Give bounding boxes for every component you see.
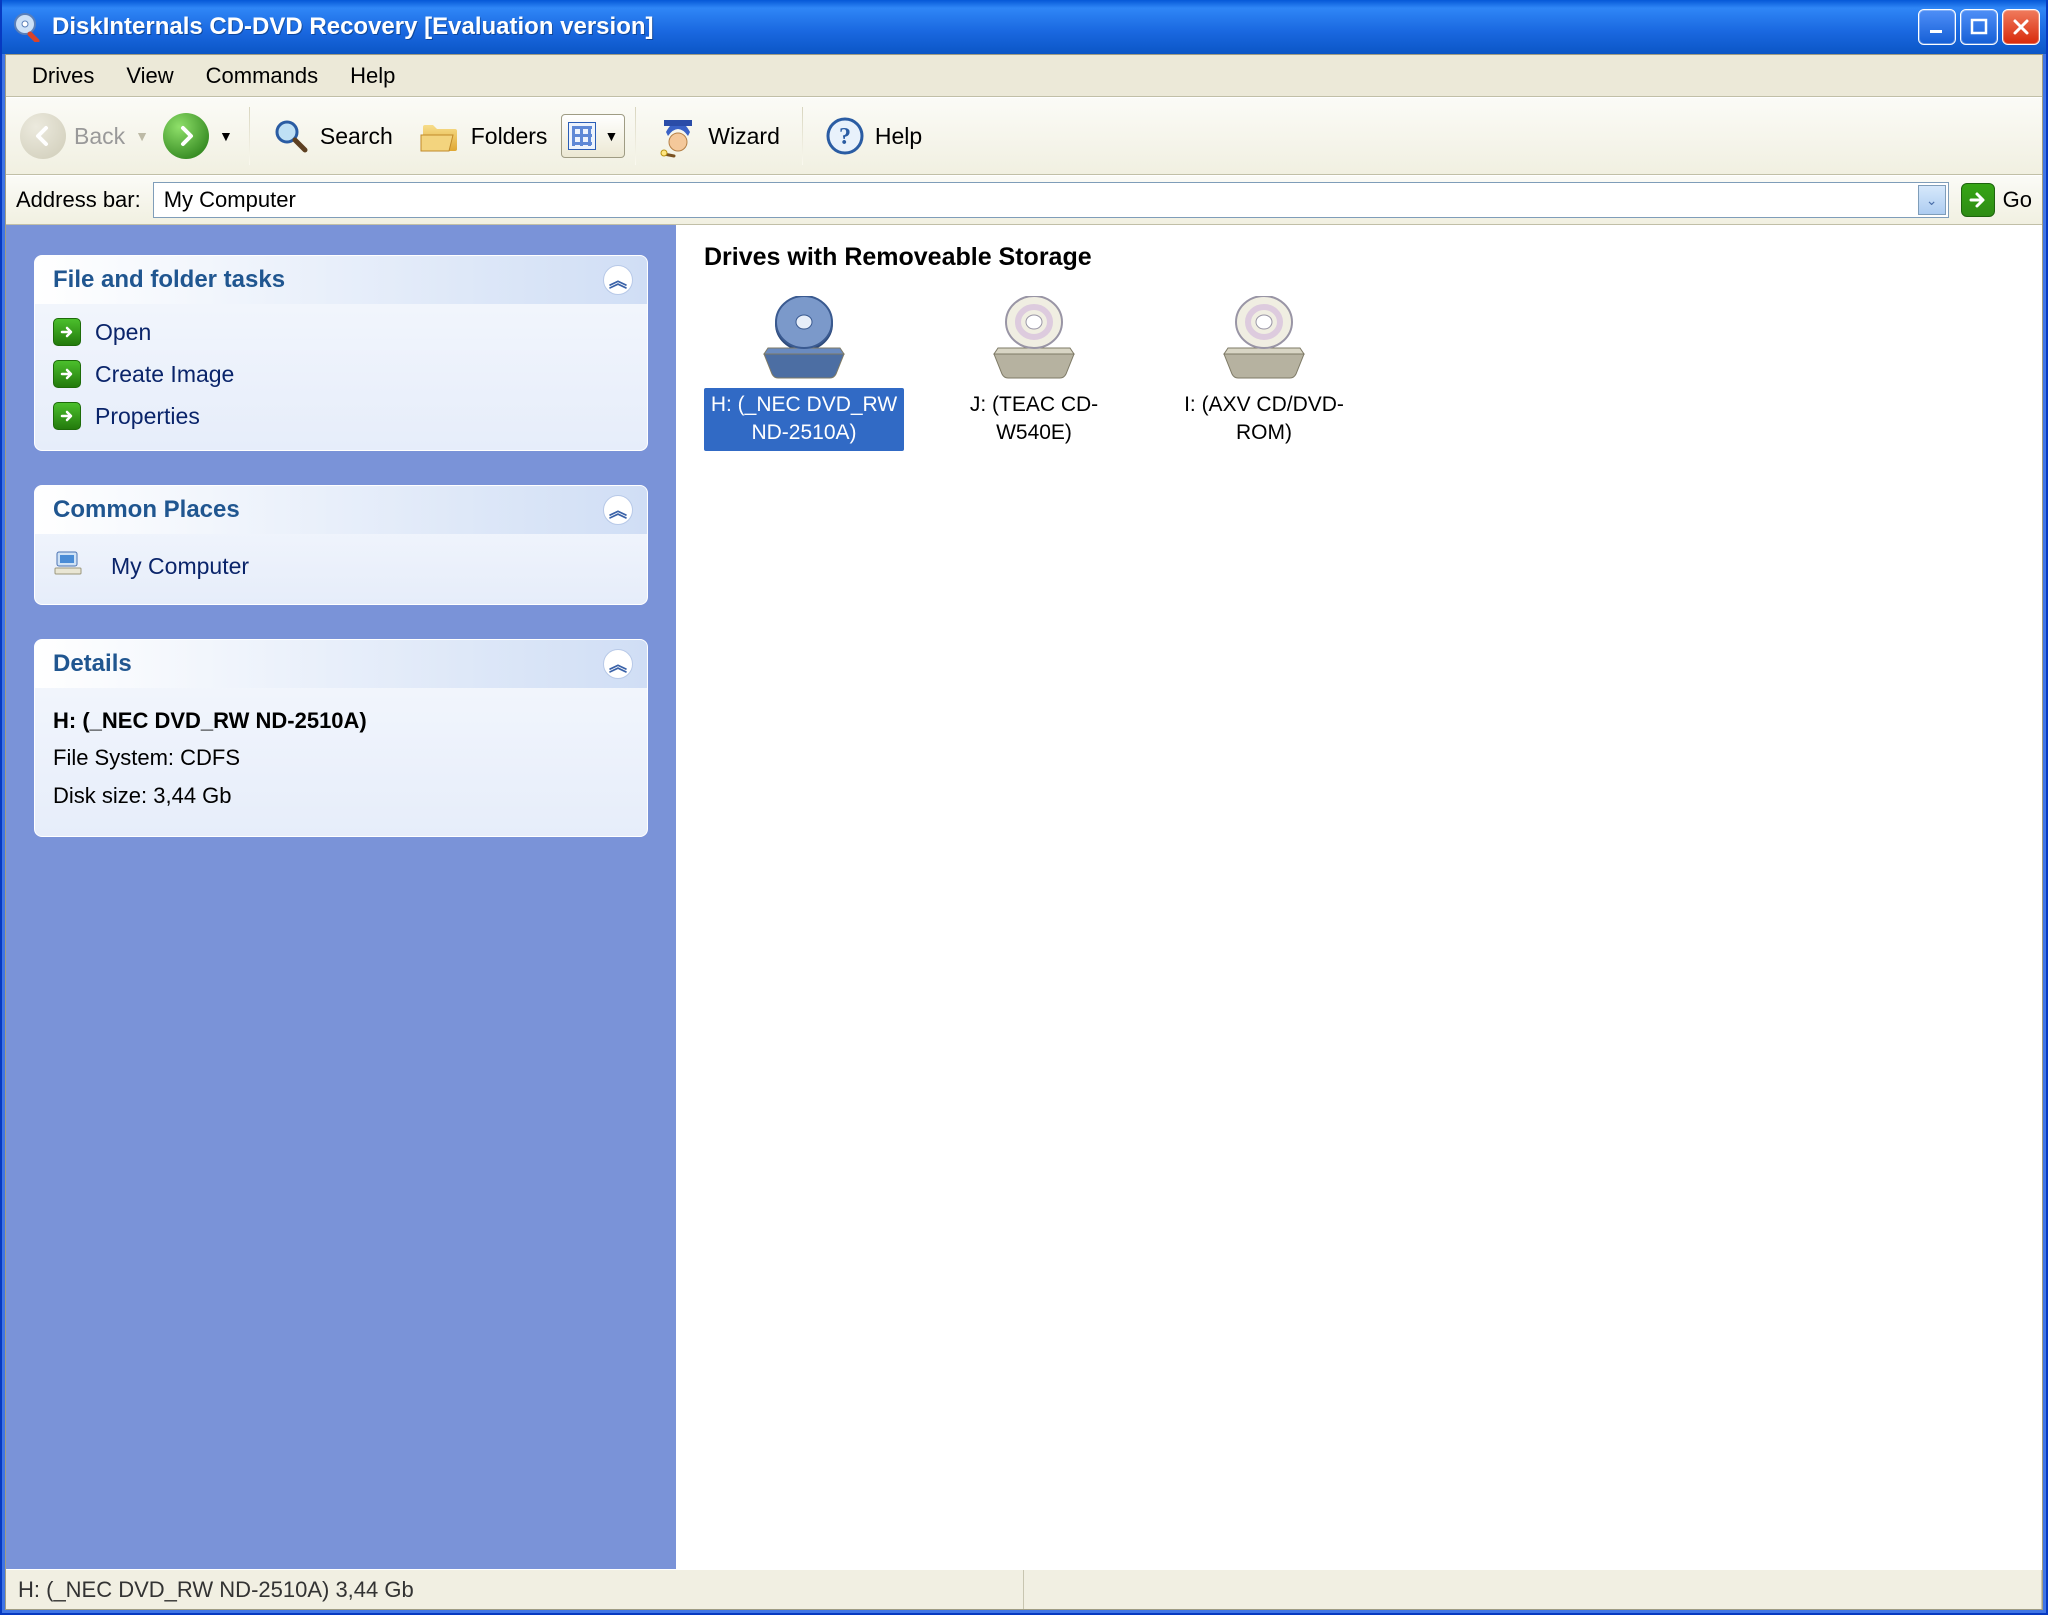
app-window: DiskInternals CD-DVD Recovery [Evaluatio… <box>0 0 2048 1615</box>
arrow-icon <box>53 402 81 430</box>
back-label: Back <box>74 123 125 150</box>
status-text: H: (_NEC DVD_RW ND-2510A) 3,44 Gb <box>6 1570 1024 1609</box>
drive-label: I: (AXV CD/DVD-ROM) <box>1164 388 1364 451</box>
details-panel: Details ︽ H: (_NEC DVD_RW ND-2510A) File… <box>34 639 648 837</box>
address-field[interactable]: My Computer ⌄ <box>153 182 1949 218</box>
menu-commands[interactable]: Commands <box>190 59 334 93</box>
tasks-panel-title: File and folder tasks <box>53 266 285 294</box>
section-header: Drives with Removeable Storage <box>676 225 2042 276</box>
details-panel-title: Details <box>53 650 132 678</box>
go-button[interactable]: Go <box>1961 183 2032 217</box>
views-icon <box>568 122 596 150</box>
drive-label: H: (_NEC DVD_RW ND-2510A) <box>704 388 904 451</box>
forward-button[interactable]: ▼ <box>157 109 239 163</box>
details-disk-size: Disk size: 3,44 Gb <box>53 777 629 814</box>
cd-drive-icon <box>1164 292 1364 382</box>
title-bar[interactable]: DiskInternals CD-DVD Recovery [Evaluatio… <box>2 0 2046 54</box>
collapse-icon: ︽ <box>603 649 633 679</box>
drive-label: J: (TEAC CD-W540E) <box>934 388 1134 451</box>
status-bar: H: (_NEC DVD_RW ND-2510A) 3,44 Gb <box>6 1569 2042 1609</box>
tasks-panel: File and folder tasks ︽ Open <box>34 255 648 451</box>
views-dropdown-icon: ▼ <box>604 128 618 144</box>
menu-drives[interactable]: Drives <box>16 59 110 93</box>
folders-icon <box>419 117 461 155</box>
details-drive-name: H: (_NEC DVD_RW ND-2510A) <box>53 702 629 739</box>
cd-drive-icon <box>704 292 904 382</box>
address-bar: Address bar: My Computer ⌄ Go <box>6 175 2042 225</box>
task-label: Open <box>95 319 151 346</box>
go-icon <box>1961 183 1995 217</box>
minimize-button[interactable] <box>1918 9 1956 45</box>
task-label: Properties <box>95 403 200 430</box>
task-open[interactable]: Open <box>53 318 629 346</box>
menu-help[interactable]: Help <box>334 59 411 93</box>
toolbar: Back ▼ ▼ Search <box>6 97 2042 175</box>
folders-label: Folders <box>471 123 548 150</box>
computer-icon <box>53 548 83 584</box>
back-dropdown-icon: ▼ <box>135 128 149 144</box>
content-area: Drives with Removeable Storage H: ( <box>676 225 2042 1569</box>
svg-text:?: ? <box>839 124 851 150</box>
views-button[interactable]: ▼ <box>561 114 625 158</box>
drive-item-i[interactable]: I: (AXV CD/DVD-ROM) <box>1164 292 1364 451</box>
app-icon <box>12 12 42 42</box>
drive-item-h[interactable]: H: (_NEC DVD_RW ND-2510A) <box>704 292 904 451</box>
place-label: My Computer <box>111 553 249 580</box>
search-icon <box>272 117 310 155</box>
forward-dropdown-icon[interactable]: ▼ <box>219 128 233 144</box>
details-panel-header[interactable]: Details ︽ <box>35 640 647 688</box>
places-panel-header[interactable]: Common Places ︽ <box>35 486 647 534</box>
wizard-button[interactable]: Wizard <box>646 108 792 164</box>
place-my-computer[interactable]: My Computer <box>53 548 629 584</box>
help-icon: ? <box>825 116 865 156</box>
help-label: Help <box>875 123 922 150</box>
search-button[interactable]: Search <box>260 108 405 164</box>
cd-drive-icon <box>934 292 1134 382</box>
arrow-icon <box>53 360 81 388</box>
collapse-icon: ︽ <box>603 495 633 525</box>
back-button: Back ▼ <box>14 109 155 163</box>
close-button[interactable] <box>2002 9 2040 45</box>
wizard-icon <box>658 114 698 158</box>
go-label: Go <box>2003 187 2032 213</box>
address-dropdown-icon[interactable]: ⌄ <box>1918 185 1946 215</box>
side-panel: File and folder tasks ︽ Open <box>6 225 676 1569</box>
arrow-icon <box>53 318 81 346</box>
places-panel-title: Common Places <box>53 496 240 524</box>
address-label: Address bar: <box>16 187 141 213</box>
places-panel: Common Places ︽ <box>34 485 648 605</box>
collapse-icon: ︽ <box>603 265 633 295</box>
back-icon <box>20 113 66 159</box>
maximize-button[interactable] <box>1960 9 1998 45</box>
forward-icon <box>163 113 209 159</box>
menu-bar: Drives View Commands Help <box>6 55 2042 97</box>
search-label: Search <box>320 123 393 150</box>
details-filesystem: File System: CDFS <box>53 739 629 776</box>
task-create-image[interactable]: Create Image <box>53 360 629 388</box>
drive-item-j[interactable]: J: (TEAC CD-W540E) <box>934 292 1134 451</box>
wizard-label: Wizard <box>708 123 780 150</box>
task-label: Create Image <box>95 361 234 388</box>
menu-view[interactable]: View <box>110 59 189 93</box>
tasks-panel-header[interactable]: File and folder tasks ︽ <box>35 256 647 304</box>
folders-button[interactable]: Folders <box>407 108 560 164</box>
address-value: My Computer <box>164 187 1918 213</box>
task-properties[interactable]: Properties <box>53 402 629 430</box>
window-title: DiskInternals CD-DVD Recovery [Evaluatio… <box>52 13 1918 41</box>
help-button[interactable]: ? Help <box>813 108 934 164</box>
